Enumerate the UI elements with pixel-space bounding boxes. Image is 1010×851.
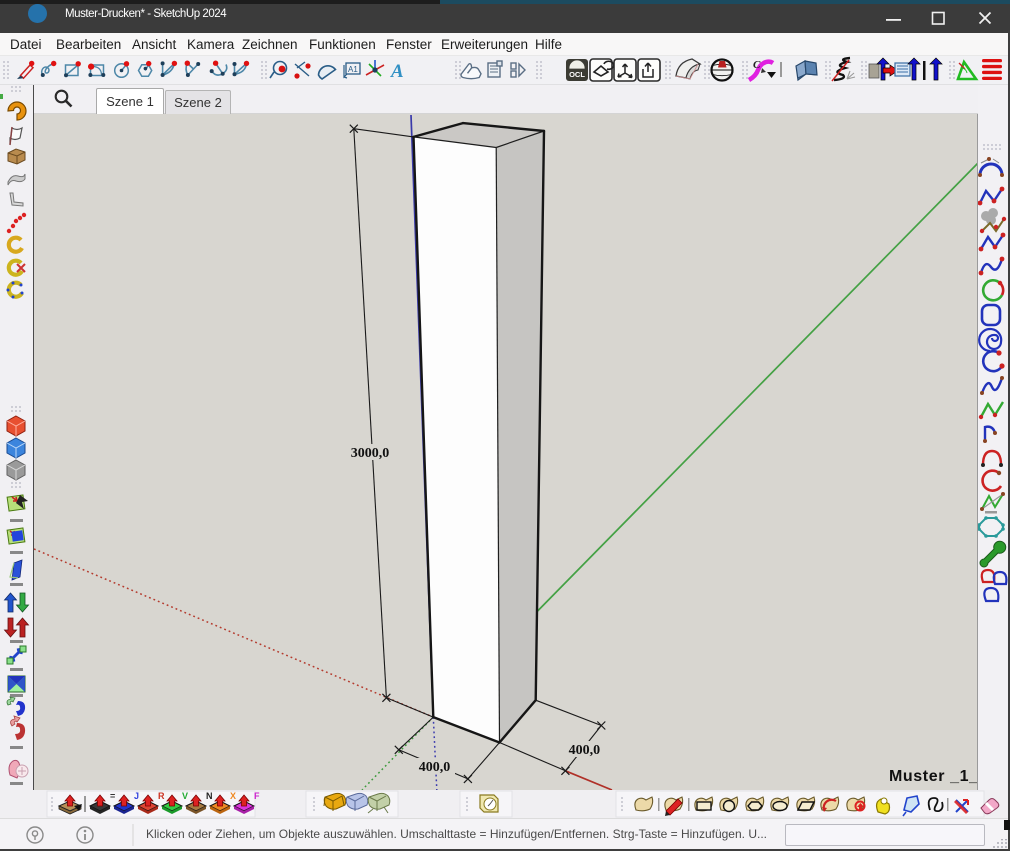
svg-text:R: R xyxy=(158,791,165,801)
svg-text:V: V xyxy=(182,791,188,801)
svg-text:400,0: 400,0 xyxy=(419,760,451,775)
svg-text:Muster _1_: Muster _1_ xyxy=(889,768,978,785)
svg-text:F: F xyxy=(254,791,260,801)
svg-text:3000,0: 3000,0 xyxy=(351,446,390,461)
svg-text:N: N xyxy=(206,791,213,801)
svg-text:A1: A1 xyxy=(348,65,358,74)
svg-text:400,0: 400,0 xyxy=(569,743,601,758)
svg-text:C: C xyxy=(753,59,761,71)
svg-text:OCL: OCL xyxy=(569,70,585,79)
svg-text:=: = xyxy=(110,791,115,801)
svg-text:J: J xyxy=(134,791,139,801)
svg-text:X: X xyxy=(230,791,236,801)
svg-text:A: A xyxy=(390,61,404,82)
